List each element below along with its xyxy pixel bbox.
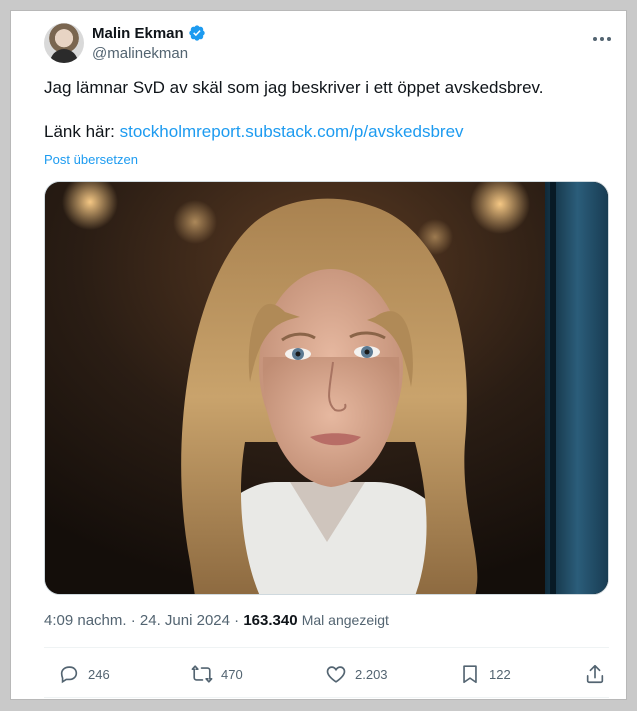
divider-bottom — [44, 697, 609, 698]
more-horizontal-icon — [593, 37, 597, 41]
bookmark-button[interactable]: 122 — [459, 663, 511, 685]
link-prefix: Länk här: — [44, 122, 120, 141]
tweet-card: Malin Ekman @malinekman Jag lämnar SvD a… — [10, 10, 627, 700]
share-icon — [586, 664, 604, 684]
translate-post-link[interactable]: Post übersetzen — [44, 152, 138, 167]
tweet-photo[interactable] — [44, 181, 609, 595]
author-handle[interactable]: @malinekman — [92, 45, 188, 62]
bookmark-icon — [463, 665, 477, 684]
heart-icon — [326, 666, 346, 683]
bookmark-count: 122 — [489, 666, 511, 682]
verified-badge-icon — [189, 25, 205, 41]
reply-icon — [60, 666, 78, 684]
reply-count: 246 — [88, 666, 110, 682]
portrait-photo-image — [45, 182, 608, 594]
tweet-meta: 4:09 nachm. · 24. Juni 2024 · 163.340 Ma… — [44, 612, 389, 629]
tweet-text: Jag lämnar SvD av skäl som jag beskriver… — [44, 77, 609, 143]
meta-separator-2: · — [229, 612, 244, 629]
tweet-text-line2: Länk här: stockholmreport.substack.com/p… — [44, 121, 609, 143]
reply-button[interactable]: 246 — [58, 663, 110, 685]
avatar[interactable] — [44, 23, 84, 63]
repost-button[interactable]: 470 — [191, 663, 243, 685]
more-options-button[interactable] — [590, 29, 614, 49]
like-count: 2.203 — [355, 666, 388, 682]
action-bar: 246 470 2.203 122 — [44, 663, 609, 685]
tweet-time[interactable]: 4:09 nachm. — [44, 612, 127, 629]
author-name-row: Malin Ekman — [92, 24, 206, 42]
views-label: Mal angezeigt — [301, 612, 389, 628]
author-name[interactable]: Malin Ekman — [92, 25, 184, 42]
article-link[interactable]: stockholmreport.substack.com/p/avskedsbr… — [120, 122, 464, 141]
tweet-date[interactable]: 24. Juni 2024 — [140, 612, 230, 629]
tweet-text-line1: Jag lämnar SvD av skäl som jag beskriver… — [44, 78, 544, 97]
repost-icon — [191, 665, 213, 683]
like-button[interactable]: 2.203 — [325, 663, 388, 685]
views-count: 163.340 — [243, 612, 298, 629]
tweet-header: Malin Ekman @malinekman — [44, 23, 614, 67]
share-button[interactable] — [584, 663, 606, 685]
repost-count: 470 — [221, 666, 243, 682]
meta-separator: · — [126, 612, 140, 629]
divider — [44, 647, 609, 648]
